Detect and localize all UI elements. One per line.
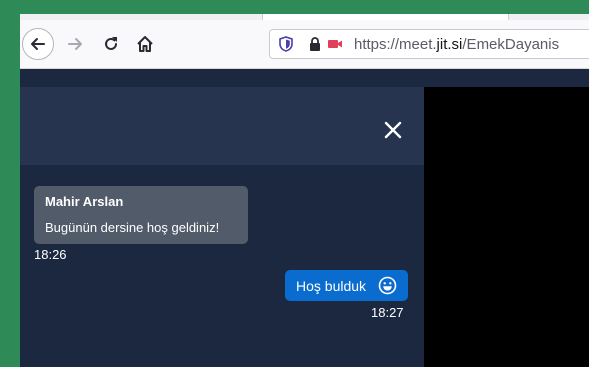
incoming-message-bubble: Mahir Arslan Bugünün dersine hoş geldini… [34, 186, 248, 244]
forward-arrow-icon [68, 38, 82, 50]
home-button[interactable] [130, 29, 160, 59]
video-area [424, 87, 589, 367]
message-timestamp: 18:26 [34, 247, 67, 262]
lock-icon[interactable] [307, 36, 323, 52]
close-chat-button[interactable] [379, 116, 407, 144]
url-text[interactable]: https://meet.jit.si/EmekDayanis [354, 36, 559, 53]
url-path: /EmekDayanis [462, 36, 560, 53]
url-domain: jit.si [436, 36, 463, 53]
message-timestamp: 18:27 [371, 305, 404, 320]
url-prefix: https://meet. [354, 36, 437, 53]
camera-blocked-icon[interactable] [327, 36, 343, 52]
browser-window: https://meet.jit.si/EmekDayanis Mahir Ar… [20, 14, 589, 367]
smile-icon [378, 276, 397, 295]
close-icon [384, 121, 402, 139]
forward-button[interactable] [60, 29, 90, 59]
message-sender: Mahir Arslan [45, 194, 124, 209]
message-text: Hoş bulduk [296, 278, 367, 294]
message-text: Bugünün dersine hoş geldiniz! [45, 220, 220, 235]
home-icon [137, 36, 153, 52]
reload-button[interactable] [96, 29, 126, 59]
chat-header [20, 87, 424, 165]
back-arrow-icon [31, 38, 45, 50]
url-bar[interactable]: https://meet.jit.si/EmekDayanis [269, 29, 589, 59]
shield-icon[interactable] [278, 36, 294, 52]
back-button[interactable] [22, 28, 54, 60]
reload-icon [105, 37, 117, 50]
outgoing-message-bubble: Hoş bulduk [285, 270, 408, 301]
navigation-bar: https://meet.jit.si/EmekDayanis [20, 20, 589, 69]
